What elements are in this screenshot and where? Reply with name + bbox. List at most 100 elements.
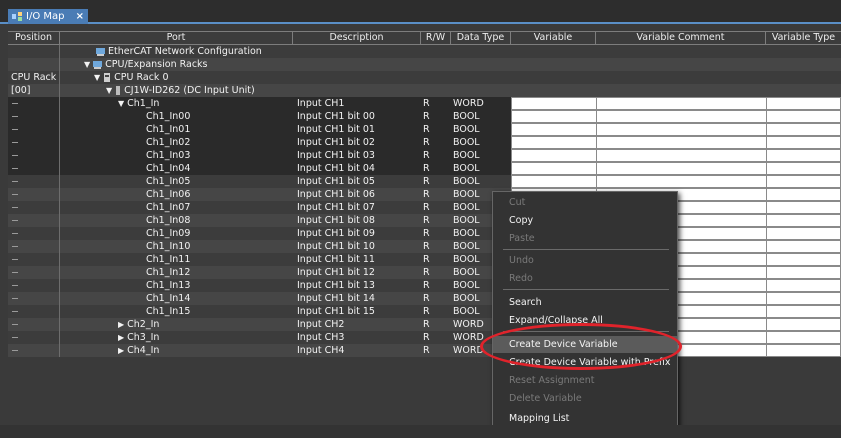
variable-comment-input[interactable] (596, 149, 767, 162)
collapse-icon[interactable]: ▼ (118, 97, 124, 110)
table-row[interactable]: ▶ Ch3_In Input CH3 R WORD (8, 331, 841, 344)
variable-type-input[interactable] (766, 97, 841, 110)
cpu-icon (104, 73, 111, 82)
variable-comment-input[interactable] (596, 110, 767, 123)
collapse-icon[interactable]: ▼ (106, 84, 112, 97)
port-cell: Ch1_In14 (60, 292, 292, 305)
table-row[interactable]: Ch1_In00 Input CH1 bit 00 R BOOL (8, 110, 841, 123)
variable-input[interactable] (511, 162, 597, 175)
variable-type-input[interactable] (766, 123, 841, 136)
table-row[interactable]: Ch1_In06 Input CH1 bit 06 R BOOL (8, 188, 841, 201)
rw-cell: R (423, 111, 430, 122)
table-row[interactable]: Ch1_In11 Input CH1 bit 11 R BOOL (8, 253, 841, 266)
table-row[interactable]: Ch1_In02 Input CH1 bit 02 R BOOL (8, 136, 841, 149)
variable-type-input[interactable] (766, 201, 841, 214)
tree-row-racks[interactable]: ▼ CPU/Expansion Racks (8, 58, 841, 71)
port-label: Ch2_In (127, 319, 160, 330)
variable-type-input[interactable] (766, 305, 841, 318)
variable-input[interactable] (511, 97, 597, 110)
variable-type-input[interactable] (766, 331, 841, 344)
table-row[interactable]: Ch1_In08 Input CH1 bit 08 R BOOL (8, 214, 841, 227)
variable-type-input[interactable] (766, 136, 841, 149)
variable-type-input[interactable] (766, 214, 841, 227)
variable-type-input[interactable] (766, 266, 841, 279)
variable-comment-input[interactable] (596, 123, 767, 136)
table-row[interactable]: Ch1_In15 Input CH1 bit 15 R BOOL (8, 305, 841, 318)
expand-icon[interactable]: ▶ (118, 344, 124, 357)
col-data-type[interactable]: Data Type (451, 32, 511, 45)
col-rw[interactable]: R/W (421, 32, 451, 45)
variable-input[interactable] (511, 123, 597, 136)
variable-comment-input[interactable] (596, 162, 767, 175)
io-map-window: I/O Map × Position Port Description R/W … (0, 0, 841, 438)
row-marker (12, 285, 18, 286)
variable-input[interactable] (511, 149, 597, 162)
expand-icon[interactable]: ▶ (118, 331, 124, 344)
table-row[interactable]: Ch1_In12 Input CH1 bit 12 R BOOL (8, 266, 841, 279)
variable-input[interactable] (511, 175, 597, 188)
variable-type-input[interactable] (766, 344, 841, 357)
table-row[interactable]: Ch1_In07 Input CH1 bit 07 R BOOL (8, 201, 841, 214)
position-cell (8, 331, 60, 344)
menu-item-search[interactable]: Search (493, 294, 677, 311)
tree-row-cpu-rack[interactable]: CPU Rack ▼ CPU Rack 0 (8, 71, 841, 84)
rw-cell: R (423, 215, 430, 226)
variable-comment-input[interactable] (596, 175, 767, 188)
description-cell: Input CH1 bit 03 (297, 150, 375, 161)
rw-cell: R (423, 163, 430, 174)
description-cell: Input CH1 bit 01 (297, 124, 375, 135)
table-row[interactable]: Ch1_In05 Input CH1 bit 05 R BOOL (8, 175, 841, 188)
variable-comment-input[interactable] (596, 97, 767, 110)
variable-type-input[interactable] (766, 188, 841, 201)
variable-comment-input[interactable] (596, 136, 767, 149)
variable-type-input[interactable] (766, 149, 841, 162)
variable-type-input[interactable] (766, 318, 841, 331)
col-port[interactable]: Port (60, 32, 293, 45)
menu-item-paste[interactable]: Paste (493, 230, 677, 247)
variable-type-input[interactable] (766, 110, 841, 123)
menu-item-reset-assignment[interactable]: Reset Assignment (493, 372, 677, 389)
variable-type-input[interactable] (766, 227, 841, 240)
menu-item-undo[interactable]: Undo (493, 252, 677, 269)
table-row[interactable]: Ch1_In13 Input CH1 bit 13 R BOOL (8, 279, 841, 292)
col-description[interactable]: Description (293, 32, 421, 45)
tree-row-ethercat[interactable]: EtherCAT Network Configuration (8, 45, 841, 58)
tree-row-unit[interactable]: [00] ▼ CJ1W-ID262 (DC Input Unit) (8, 84, 841, 97)
table-row[interactable]: Ch1_In14 Input CH1 bit 14 R BOOL (8, 292, 841, 305)
close-icon[interactable]: × (76, 9, 84, 24)
variable-type-input[interactable] (766, 292, 841, 305)
table-row[interactable]: Ch1_In04 Input CH1 bit 04 R BOOL (8, 162, 841, 175)
variable-type-input[interactable] (766, 175, 841, 188)
menu-item-cut[interactable]: Cut (493, 194, 677, 211)
variable-type-input[interactable] (766, 279, 841, 292)
expand-icon[interactable]: ▶ (118, 318, 124, 331)
position-cell (8, 149, 60, 162)
data-type-cell: BOOL (453, 137, 480, 148)
variable-input[interactable] (511, 110, 597, 123)
table-row[interactable]: Ch1_In09 Input CH1 bit 09 R BOOL (8, 227, 841, 240)
table-row[interactable]: ▼ Ch1_In Input CH1 R WORD (8, 97, 841, 110)
row-marker (12, 116, 18, 117)
col-variable-comment[interactable]: Variable Comment (596, 32, 766, 45)
table-row[interactable]: ▶ Ch2_In Input CH2 R WORD (8, 318, 841, 331)
variable-type-input[interactable] (766, 240, 841, 253)
table-row[interactable]: Ch1_In03 Input CH1 bit 03 R BOOL (8, 149, 841, 162)
collapse-icon[interactable]: ▼ (94, 71, 100, 84)
table-row[interactable]: ▶ Ch4_In Input CH4 R WORD (8, 344, 841, 357)
tab-io-map[interactable]: I/O Map × (8, 9, 88, 24)
col-variable[interactable]: Variable (511, 32, 596, 45)
variable-type-input[interactable] (766, 162, 841, 175)
col-variable-type[interactable]: Variable Type (766, 32, 841, 45)
unit-icon (116, 86, 121, 95)
description-cell: Input CH1 (297, 98, 345, 109)
collapse-icon[interactable]: ▼ (84, 58, 90, 71)
col-position[interactable]: Position (8, 32, 60, 45)
variable-type-input[interactable] (766, 253, 841, 266)
menu-item-delete-variable[interactable]: Delete Variable (493, 390, 677, 407)
table-row[interactable]: Ch1_In10 Input CH1 bit 10 R BOOL (8, 240, 841, 253)
menu-item-redo[interactable]: Redo (493, 270, 677, 287)
variable-input[interactable] (511, 136, 597, 149)
menu-item-copy[interactable]: Copy (493, 212, 677, 229)
rack-icon (93, 61, 103, 69)
table-row[interactable]: Ch1_In01 Input CH1 bit 01 R BOOL (8, 123, 841, 136)
